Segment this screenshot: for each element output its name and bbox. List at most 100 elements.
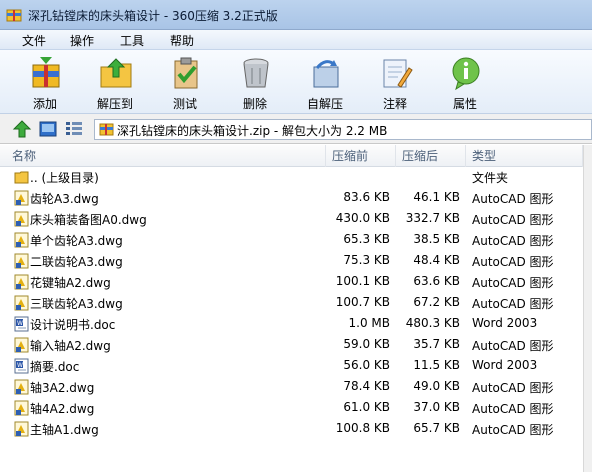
dwg-file-icon xyxy=(14,232,29,248)
delete-button[interactable]: 删除 xyxy=(226,53,284,111)
column-header: 名称 压缩前 压缩后 类型 xyxy=(0,145,592,167)
dwg-file-icon xyxy=(14,337,29,353)
file-compressed: 59.0 KB xyxy=(343,337,390,351)
file-row[interactable]: 床头箱装备图A0.dwg 430.0 KB 332.7 KB AutoCAD 图… xyxy=(0,209,592,230)
dwg-file-icon xyxy=(14,274,29,290)
folder-icon xyxy=(14,171,29,184)
column-name[interactable]: 名称 xyxy=(0,145,326,167)
file-compressed: 100.8 KB xyxy=(335,421,390,435)
file-name: 二联齿轮A3.dwg xyxy=(30,255,123,269)
file-name: 单个齿轮A3.dwg xyxy=(30,234,123,248)
file-row[interactable]: 主轴A1.dwg 100.8 KB 65.7 KB AutoCAD 图形 xyxy=(0,419,592,440)
view-list-icon[interactable] xyxy=(64,119,84,139)
test-clipboard-icon xyxy=(174,57,198,89)
comment-pencil-icon xyxy=(383,59,413,88)
file-name: 花键轴A2.dwg xyxy=(30,276,111,290)
file-list: .. (上级目录) 文件夹 齿轮A3.dwg 83.6 KB 46.1 KB A… xyxy=(0,167,592,472)
file-row[interactable]: 花键轴A2.dwg 100.1 KB 63.6 KB AutoCAD 图形 xyxy=(0,272,592,293)
word-file-icon: W xyxy=(14,316,29,332)
file-type: AutoCAD 图形 xyxy=(472,381,554,395)
file-compressed: 56.0 KB xyxy=(343,358,390,372)
file-row[interactable]: W 摘要.doc 56.0 KB 11.5 KB Word 2003 xyxy=(0,356,592,377)
file-name: 三联齿轮A3.dwg xyxy=(30,297,123,311)
file-size: 37.0 KB xyxy=(413,400,460,414)
file-type: AutoCAD 图形 xyxy=(472,213,554,227)
file-compressed: 65.3 KB xyxy=(343,232,390,246)
toolbar: 添加 解压到 测试 删除 自解压 注释 属性 xyxy=(0,50,592,114)
file-type: 文件夹 xyxy=(472,171,509,185)
word-file-icon: W xyxy=(14,358,29,374)
file-row[interactable]: 二联齿轮A3.dwg 75.3 KB 48.4 KB AutoCAD 图形 xyxy=(0,251,592,272)
window-title: 深孔钻镗床的床头箱设计 - 360压缩 3.2正式版 xyxy=(28,9,278,23)
file-row[interactable]: 轴4A2.dwg 61.0 KB 37.0 KB AutoCAD 图形 xyxy=(0,398,592,419)
address-field[interactable]: 深孔钻镗床的床头箱设计.zip - 解包大小为 2.2 MB xyxy=(94,119,592,140)
file-compressed: 100.1 KB xyxy=(335,274,390,288)
svg-text:W: W xyxy=(17,362,23,369)
file-size: 480.3 KB xyxy=(405,316,460,330)
file-row-parent[interactable]: .. (上级目录) 文件夹 xyxy=(0,167,592,188)
menu-bar: 文件 操作 工具 帮助 xyxy=(0,30,592,50)
file-type: AutoCAD 图形 xyxy=(472,402,554,416)
file-row[interactable]: 齿轮A3.dwg 83.6 KB 46.1 KB AutoCAD 图形 xyxy=(0,188,592,209)
menu-help[interactable]: 帮助 xyxy=(170,32,194,49)
file-name: 输入轴A2.dwg xyxy=(30,339,111,353)
file-type: AutoCAD 图形 xyxy=(472,276,554,290)
file-name: 主轴A1.dwg xyxy=(30,423,99,437)
extract-folder-icon xyxy=(100,58,132,88)
file-compressed: 430.0 KB xyxy=(335,211,390,225)
self-extract-icon xyxy=(313,60,339,88)
column-type[interactable]: 类型 xyxy=(466,145,583,167)
file-compressed: 100.7 KB xyxy=(335,295,390,309)
properties-label: 属性 xyxy=(452,97,477,111)
add-button[interactable]: 添加 xyxy=(16,53,74,111)
self-extract-label: 自解压 xyxy=(306,97,343,111)
dwg-file-icon xyxy=(14,190,29,206)
extract-button[interactable]: 解压到 xyxy=(86,53,144,111)
file-row[interactable]: 单个齿轮A3.dwg 65.3 KB 38.5 KB AutoCAD 图形 xyxy=(0,230,592,251)
up-arrow-icon[interactable] xyxy=(12,119,32,139)
file-name: 设计说明书.doc xyxy=(30,318,116,332)
delete-label: 删除 xyxy=(242,97,267,111)
extract-label: 解压到 xyxy=(96,97,133,111)
column-size[interactable]: 压缩后 xyxy=(396,145,466,167)
file-compressed: 78.4 KB xyxy=(343,379,390,393)
column-compressed[interactable]: 压缩前 xyxy=(326,145,396,167)
file-size: 332.7 KB xyxy=(405,211,460,225)
file-size: 67.2 KB xyxy=(413,295,460,309)
file-row[interactable]: 三联齿轮A3.dwg 100.7 KB 67.2 KB AutoCAD 图形 xyxy=(0,293,592,314)
menu-file[interactable]: 文件 xyxy=(22,32,46,49)
file-type: AutoCAD 图形 xyxy=(472,297,554,311)
file-row[interactable]: 输入轴A2.dwg 59.0 KB 35.7 KB AutoCAD 图形 xyxy=(0,335,592,356)
title-bar: 深孔钻镗床的床头箱设计 - 360压缩 3.2正式版 xyxy=(0,0,592,30)
info-icon xyxy=(452,57,480,91)
file-name: .. (上级目录) xyxy=(30,171,99,185)
file-size: 38.5 KB xyxy=(413,232,460,246)
file-row[interactable]: W 设计说明书.doc 1.0 MB 480.3 KB Word 2003 xyxy=(0,314,592,335)
file-name: 摘要.doc xyxy=(30,360,80,374)
add-archive-icon xyxy=(32,57,60,88)
comment-button[interactable]: 注释 xyxy=(366,53,424,111)
file-compressed: 83.6 KB xyxy=(343,190,390,204)
menu-tools[interactable]: 工具 xyxy=(120,32,144,49)
test-button[interactable]: 测试 xyxy=(156,53,214,111)
file-name: 床头箱装备图A0.dwg xyxy=(30,213,147,227)
file-name: 轴3A2.dwg xyxy=(30,381,95,395)
file-type: AutoCAD 图形 xyxy=(472,234,554,248)
file-size: 35.7 KB xyxy=(413,337,460,351)
file-type: AutoCAD 图形 xyxy=(472,423,554,437)
archive-app-icon xyxy=(6,9,22,22)
file-size: 63.6 KB xyxy=(413,274,460,288)
dwg-file-icon xyxy=(14,211,29,227)
test-label: 测试 xyxy=(172,97,197,111)
file-compressed: 1.0 MB xyxy=(348,316,390,330)
comment-label: 注释 xyxy=(382,97,407,111)
file-row[interactable]: 轴3A2.dwg 78.4 KB 49.0 KB AutoCAD 图形 xyxy=(0,377,592,398)
view-thumbnail-icon[interactable] xyxy=(38,119,58,139)
self-extract-button[interactable]: 自解压 xyxy=(296,53,354,111)
trash-can-icon xyxy=(243,58,269,88)
vertical-scrollbar[interactable] xyxy=(583,145,592,472)
properties-button[interactable]: 属性 xyxy=(436,53,494,111)
file-size: 46.1 KB xyxy=(413,190,460,204)
file-compressed: 61.0 KB xyxy=(343,400,390,414)
menu-operation[interactable]: 操作 xyxy=(70,32,94,49)
